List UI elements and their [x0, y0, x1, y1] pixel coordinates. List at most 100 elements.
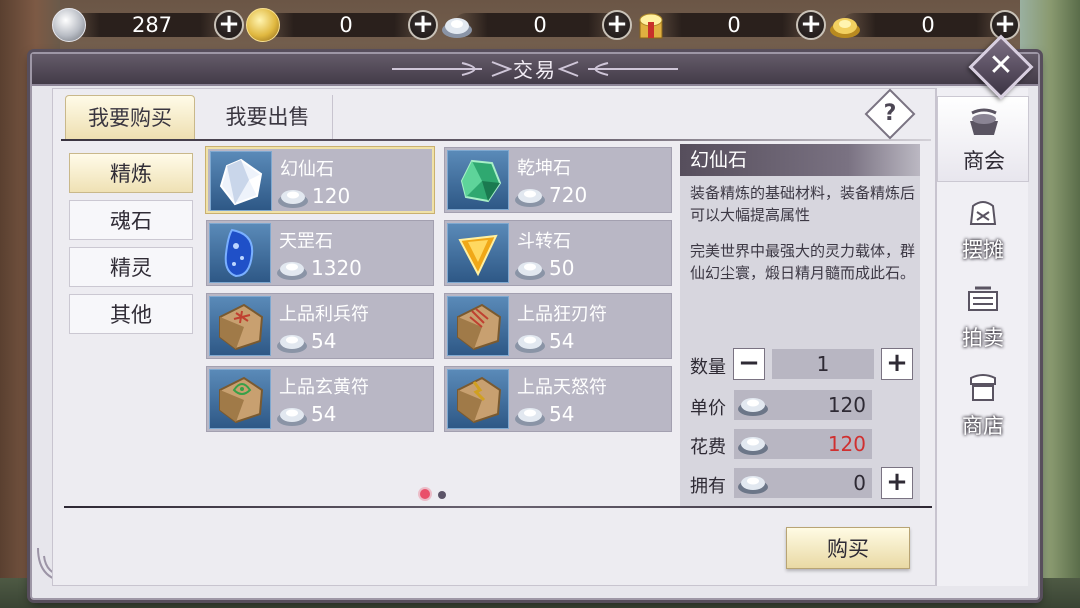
item-price: 1320	[311, 256, 362, 280]
item-name: 上品玄黄符	[279, 377, 369, 398]
nav-label: 摆摊	[962, 238, 1004, 262]
help-icon[interactable]: ?	[872, 96, 908, 132]
item-name: 上品利兵符	[279, 304, 369, 325]
silver-ingot-icon	[277, 262, 307, 280]
owned-value: 0	[853, 471, 866, 495]
item-price: 50	[549, 256, 575, 280]
close-icon[interactable]: ✕	[978, 44, 1024, 90]
tab-buy[interactable]: 我要购买	[65, 95, 195, 139]
decrease-quantity-button[interactable]: −	[733, 348, 765, 380]
silver-ingot-icon	[278, 190, 308, 208]
add-currency-button[interactable]: +	[214, 10, 244, 40]
item-price: 54	[311, 329, 337, 353]
talisman-icon	[447, 296, 509, 356]
currency-bar: 287 + 0 + 0 + 0 + 0 +	[52, 6, 1022, 44]
item-name: 上品天怒符	[517, 377, 607, 398]
guild-icon	[970, 108, 998, 135]
detail-header: 幻仙石	[680, 144, 920, 176]
bottom-divider	[64, 506, 932, 508]
category-other[interactable]: 其他	[69, 294, 193, 334]
ingot-box-icon	[639, 13, 663, 39]
buy-button[interactable]: 购买	[786, 527, 910, 569]
silver-ingot-icon	[738, 398, 768, 416]
amber-crystal-icon	[447, 223, 509, 283]
currency-value: 287	[131, 13, 173, 37]
detail-description: 装备精炼的基础材料，装备精炼后可以大幅提高属性	[690, 184, 916, 224]
item-name: 斗转石	[517, 231, 571, 252]
detail-title: 幻仙石	[690, 149, 748, 171]
green-crystal-icon	[447, 150, 509, 210]
item-price: 54	[311, 402, 337, 426]
shop-item[interactable]: 天罡石 1320	[206, 220, 434, 286]
category-soulstone[interactable]: 魂石	[69, 200, 193, 240]
white-crystal-icon	[210, 151, 272, 211]
currency-slot: 287 +	[52, 6, 246, 44]
currency-slot: 0 +	[828, 6, 1022, 44]
add-owned-button[interactable]: +	[881, 467, 913, 499]
gold-coin-icon	[246, 8, 280, 42]
silver-ingot-icon	[738, 437, 768, 455]
item-price: 54	[549, 329, 575, 353]
nav-label: 商店	[962, 414, 1004, 438]
currency-slot: 0 +	[440, 6, 634, 44]
window-title: 交易	[513, 58, 557, 82]
add-currency-button[interactable]: +	[602, 10, 632, 40]
increase-quantity-button[interactable]: +	[881, 348, 913, 380]
item-name: 上品狂刃符	[517, 304, 607, 325]
silver-ingot-icon	[277, 408, 307, 426]
owned-label: 拥有	[690, 476, 726, 497]
currency-value: 0	[533, 13, 547, 37]
nav-stall[interactable]: 摆摊	[937, 186, 1029, 272]
currency-slot: 0 +	[634, 6, 828, 44]
currency-value: 0	[727, 13, 741, 37]
nav-guild[interactable]: 商会	[937, 96, 1029, 182]
shop-item[interactable]: 上品利兵符 54	[206, 293, 434, 359]
item-price: 720	[549, 183, 588, 207]
shop-item[interactable]: 幻仙石 120	[206, 147, 434, 213]
shop-icon	[970, 374, 996, 401]
add-currency-button[interactable]: +	[990, 10, 1020, 40]
shop-item[interactable]: 斗转石 50	[444, 220, 672, 286]
unit-price-label: 单价	[690, 398, 726, 419]
page-indicator-active[interactable]	[420, 489, 430, 499]
shop-item[interactable]: 上品天怒符 54	[444, 366, 672, 432]
add-currency-button[interactable]: +	[408, 10, 438, 40]
item-name: 天罡石	[279, 231, 333, 252]
shop-item[interactable]: 乾坤石 720	[444, 147, 672, 213]
title-bar: 交易	[32, 54, 1038, 86]
blue-crystal-icon	[209, 223, 271, 283]
item-price: 120	[312, 184, 351, 208]
tab-sell[interactable]: 我要出售	[203, 95, 333, 139]
cost-value: 120	[827, 432, 866, 456]
page-indicator[interactable]	[438, 491, 446, 499]
cost-label: 花费	[690, 437, 726, 458]
add-currency-button[interactable]: +	[796, 10, 826, 40]
shop-item[interactable]: 上品玄黄符 54	[206, 366, 434, 432]
silver-ingot-icon	[515, 408, 545, 426]
talisman-icon	[209, 369, 271, 429]
talisman-icon	[209, 296, 271, 356]
category-spirit[interactable]: 精灵	[69, 247, 193, 287]
tab-divider	[61, 139, 931, 141]
shop-item[interactable]: 上品狂刃符 54	[444, 293, 672, 359]
category-refine[interactable]: 精炼	[69, 153, 193, 193]
side-nav: 商会 摆摊 拍卖 商店	[936, 88, 1029, 586]
unit-price-value: 120	[827, 393, 866, 417]
silver-ingot-icon	[738, 476, 768, 494]
currency-slot: 0 +	[246, 6, 440, 44]
silver-ingot-icon	[442, 18, 472, 38]
quantity-field[interactable]: 1	[772, 349, 874, 379]
silver-coin-icon	[52, 8, 86, 42]
nav-label: 商会	[963, 149, 1005, 173]
nav-shop[interactable]: 商店	[937, 362, 1029, 448]
quantity-label: 数量	[690, 357, 726, 378]
nav-label: 拍卖	[962, 326, 1004, 350]
silver-ingot-icon	[515, 189, 545, 207]
silver-ingot-icon	[515, 335, 545, 353]
item-price: 54	[549, 402, 575, 426]
auction-icon	[968, 286, 998, 311]
nav-auction[interactable]: 拍卖	[937, 274, 1029, 360]
item-detail-panel: 幻仙石 装备精炼的基础材料，装备精炼后可以大幅提高属性 完美世界中最强大的灵力载…	[680, 144, 920, 506]
silver-ingot-icon	[515, 262, 545, 280]
detail-lore: 完美世界中最强大的灵力载体，群仙幻尘寰，煅日精月髓而成此石。	[690, 242, 916, 282]
